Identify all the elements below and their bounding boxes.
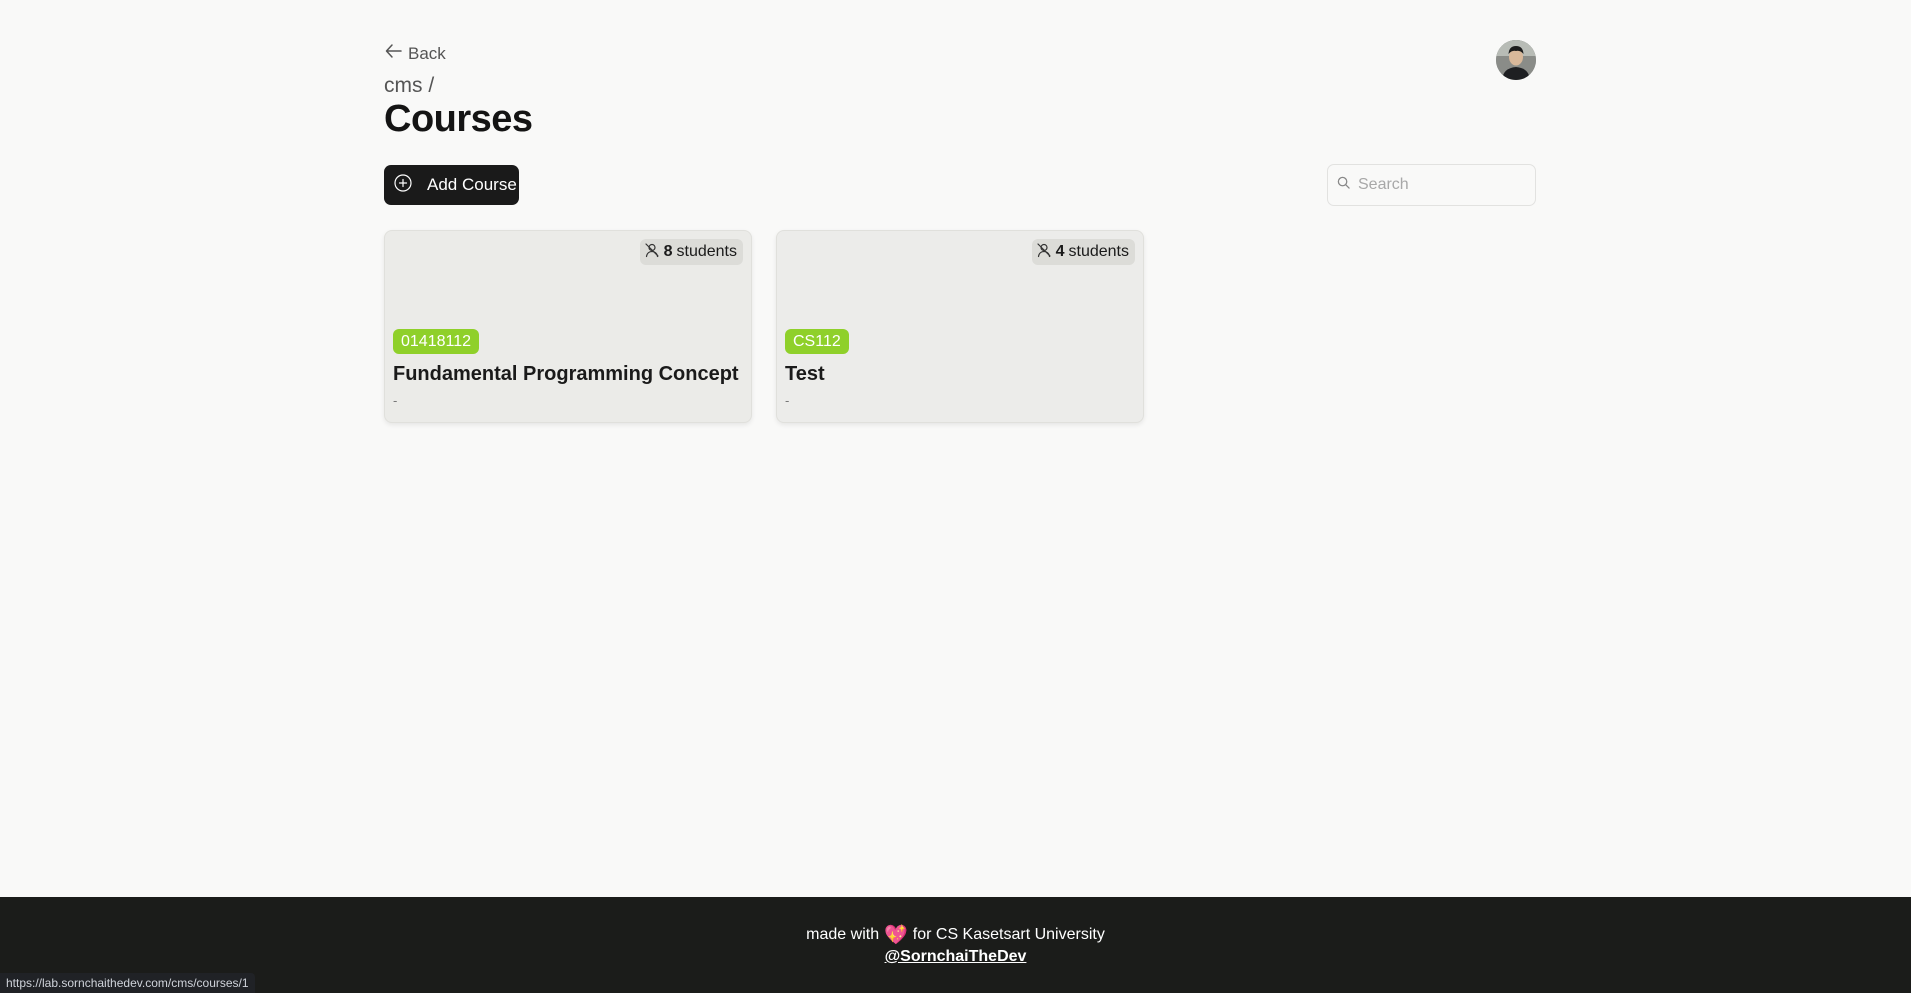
students-count: 8 <box>663 243 673 260</box>
course-description: - <box>393 393 398 408</box>
plus-circle-icon <box>393 173 413 198</box>
add-course-label: Add Course <box>427 175 517 194</box>
students-badge: 8 students <box>639 239 743 265</box>
course-card[interactable]: 8 students 01418112 Fundamental Programm… <box>384 230 752 423</box>
search-icon <box>1337 176 1350 194</box>
breadcrumb[interactable]: cms / <box>384 74 434 98</box>
search-box[interactable] <box>1327 164 1536 206</box>
footer-credit: made with 💖 for CS Kasetsart University <box>0 923 1911 947</box>
search-input[interactable] <box>1358 176 1528 194</box>
back-label: Back <box>408 43 446 63</box>
footer-for-text: for CS Kasetsart University <box>912 926 1105 943</box>
add-course-button[interactable]: Add Course <box>384 165 519 205</box>
course-name: Test <box>785 363 825 385</box>
avatar[interactable] <box>1496 40 1536 80</box>
students-label: students <box>1068 243 1129 260</box>
user-icon <box>1036 242 1052 263</box>
students-badge: 4 students <box>1031 239 1135 265</box>
arrow-left-icon <box>384 41 404 66</box>
students-label: students <box>676 243 737 260</box>
page-title: Courses <box>384 98 533 140</box>
footer-handle-link[interactable]: @SornchaiTheDev <box>0 948 1911 966</box>
status-bar-url: https://lab.sornchaithedev.com/cms/cours… <box>0 973 255 993</box>
course-card[interactable]: 4 students CS112 Test - <box>776 230 1144 423</box>
course-name: Fundamental Programming Concept <box>393 363 739 385</box>
user-icon <box>644 242 660 263</box>
course-code-badge: CS112 <box>785 329 849 354</box>
footer-made-with: made with <box>806 926 880 943</box>
students-count: 4 <box>1055 243 1065 260</box>
footer: made with 💖 for CS Kasetsart University … <box>0 897 1911 993</box>
course-code-badge: 01418112 <box>393 329 479 354</box>
course-description: - <box>785 393 790 408</box>
heart-icon: 💖 <box>884 925 908 946</box>
back-link[interactable]: Back <box>384 41 446 66</box>
